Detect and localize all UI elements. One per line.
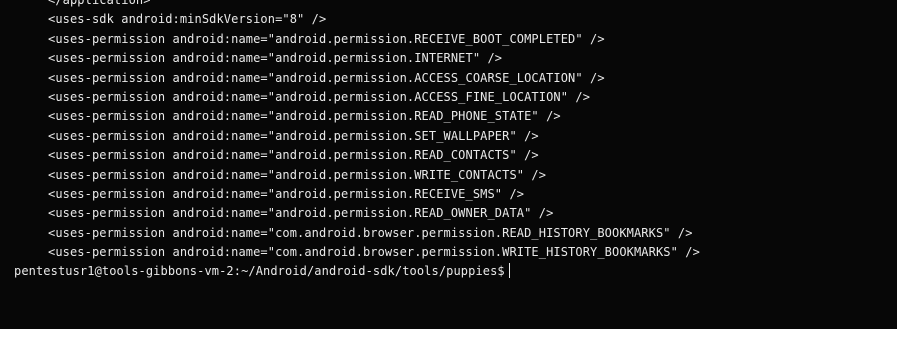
output-line-permission: <uses-permission android:name="android.p… <box>48 148 539 163</box>
output-line-permission: <uses-permission android:name="android.p… <box>48 128 539 143</box>
terminal-output: </application> <uses-sdk android:minSdkV… <box>0 0 897 282</box>
output-line-uses-sdk: <uses-sdk android:minSdkVersion="8" /> <box>48 12 327 27</box>
output-line-permission: <uses-permission android:name="android.p… <box>48 89 591 104</box>
output-line-permission: <uses-permission android:name="com.andro… <box>48 225 693 240</box>
terminal-window[interactable]: </application> <uses-sdk android:minSdkV… <box>0 0 897 329</box>
output-line-permission: <uses-permission android:name="android.p… <box>48 109 561 124</box>
text-cursor <box>508 263 510 279</box>
output-line-permission: <uses-permission android:name="com.andro… <box>48 245 700 260</box>
command-prompt-line[interactable]: pentestusr1@tools-gibbons-vm-2:~/Android… <box>0 262 897 281</box>
output-line-permission: <uses-permission android:name="android.p… <box>48 31 605 46</box>
output-line-permission: <uses-permission android:name="android.p… <box>48 51 503 66</box>
output-line-permission: <uses-permission android:name="android.p… <box>48 70 605 85</box>
output-line-permission: <uses-permission android:name="android.p… <box>48 186 525 201</box>
page-margin <box>0 329 897 352</box>
output-line-permission: <uses-permission android:name="android.p… <box>48 206 554 221</box>
shell-prompt: pentestusr1@tools-gibbons-vm-2:~/Android… <box>14 264 505 279</box>
output-line-permission: <uses-permission android:name="android.p… <box>48 167 547 182</box>
output-line-application-close: </application> <box>48 0 151 7</box>
